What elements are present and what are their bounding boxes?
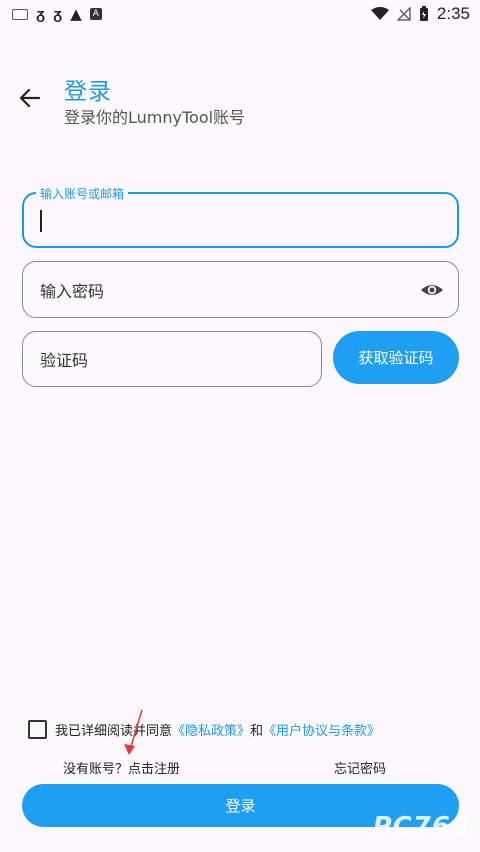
code-input[interactable]: 验证码 — [22, 331, 322, 387]
notify-icon: ᵹ — [53, 4, 63, 23]
register-link[interactable]: 没有账号？点击注册 — [63, 758, 180, 777]
annotation-arrow-icon — [124, 709, 143, 755]
code-placeholder: 验证码 — [40, 351, 89, 370]
page-subtitle: 登录你的LumnyTool账号 — [64, 108, 246, 127]
keyboard-icon — [12, 8, 28, 20]
notify-icon: ᵹ — [36, 4, 46, 23]
page-title: 登录 — [64, 79, 112, 105]
eye-icon[interactable] — [420, 278, 444, 302]
get-code-button[interactable]: 获取验证码 — [333, 331, 459, 384]
account-input-label: 输入账号或邮箱 — [36, 185, 129, 202]
status-left: ᵹ ᵹ ▲ A — [12, 4, 102, 23]
privacy-policy-link[interactable]: 《隐私政策》 — [172, 724, 250, 739]
password-input[interactable]: 输入密码 — [22, 261, 459, 318]
forgot-password-link[interactable]: 忘记密码 — [334, 758, 386, 777]
watermark-logo: PC768 — [372, 812, 470, 842]
battery-icon — [419, 6, 428, 21]
back-button[interactable] — [12, 80, 48, 116]
account-input[interactable]: 输入账号或邮箱 — [22, 185, 459, 248]
agreement-and: 和 — [250, 724, 264, 739]
app-a-icon: A — [89, 8, 102, 20]
agree-checkbox[interactable] — [28, 720, 47, 739]
wifi-icon — [370, 7, 389, 20]
status-right: 2:35 — [370, 4, 470, 24]
text-caret — [40, 210, 42, 232]
no-signal-icon — [396, 7, 411, 21]
status-time: 2:35 — [436, 4, 470, 23]
arrow-left-icon — [19, 88, 41, 108]
warning-icon: ▲ — [70, 4, 82, 23]
password-placeholder: 输入密码 — [40, 281, 105, 301]
agreement-prefix: 我已详细阅读并同意 — [55, 724, 173, 739]
agreement-row: 我已详细阅读并同意《隐私政策》和《用户协议与条款》 — [28, 720, 380, 739]
status-bar: ᵹ ᵹ ▲ A 2:35 — [0, 0, 480, 28]
terms-link[interactable]: 《用户协议与条款》 — [263, 724, 380, 739]
